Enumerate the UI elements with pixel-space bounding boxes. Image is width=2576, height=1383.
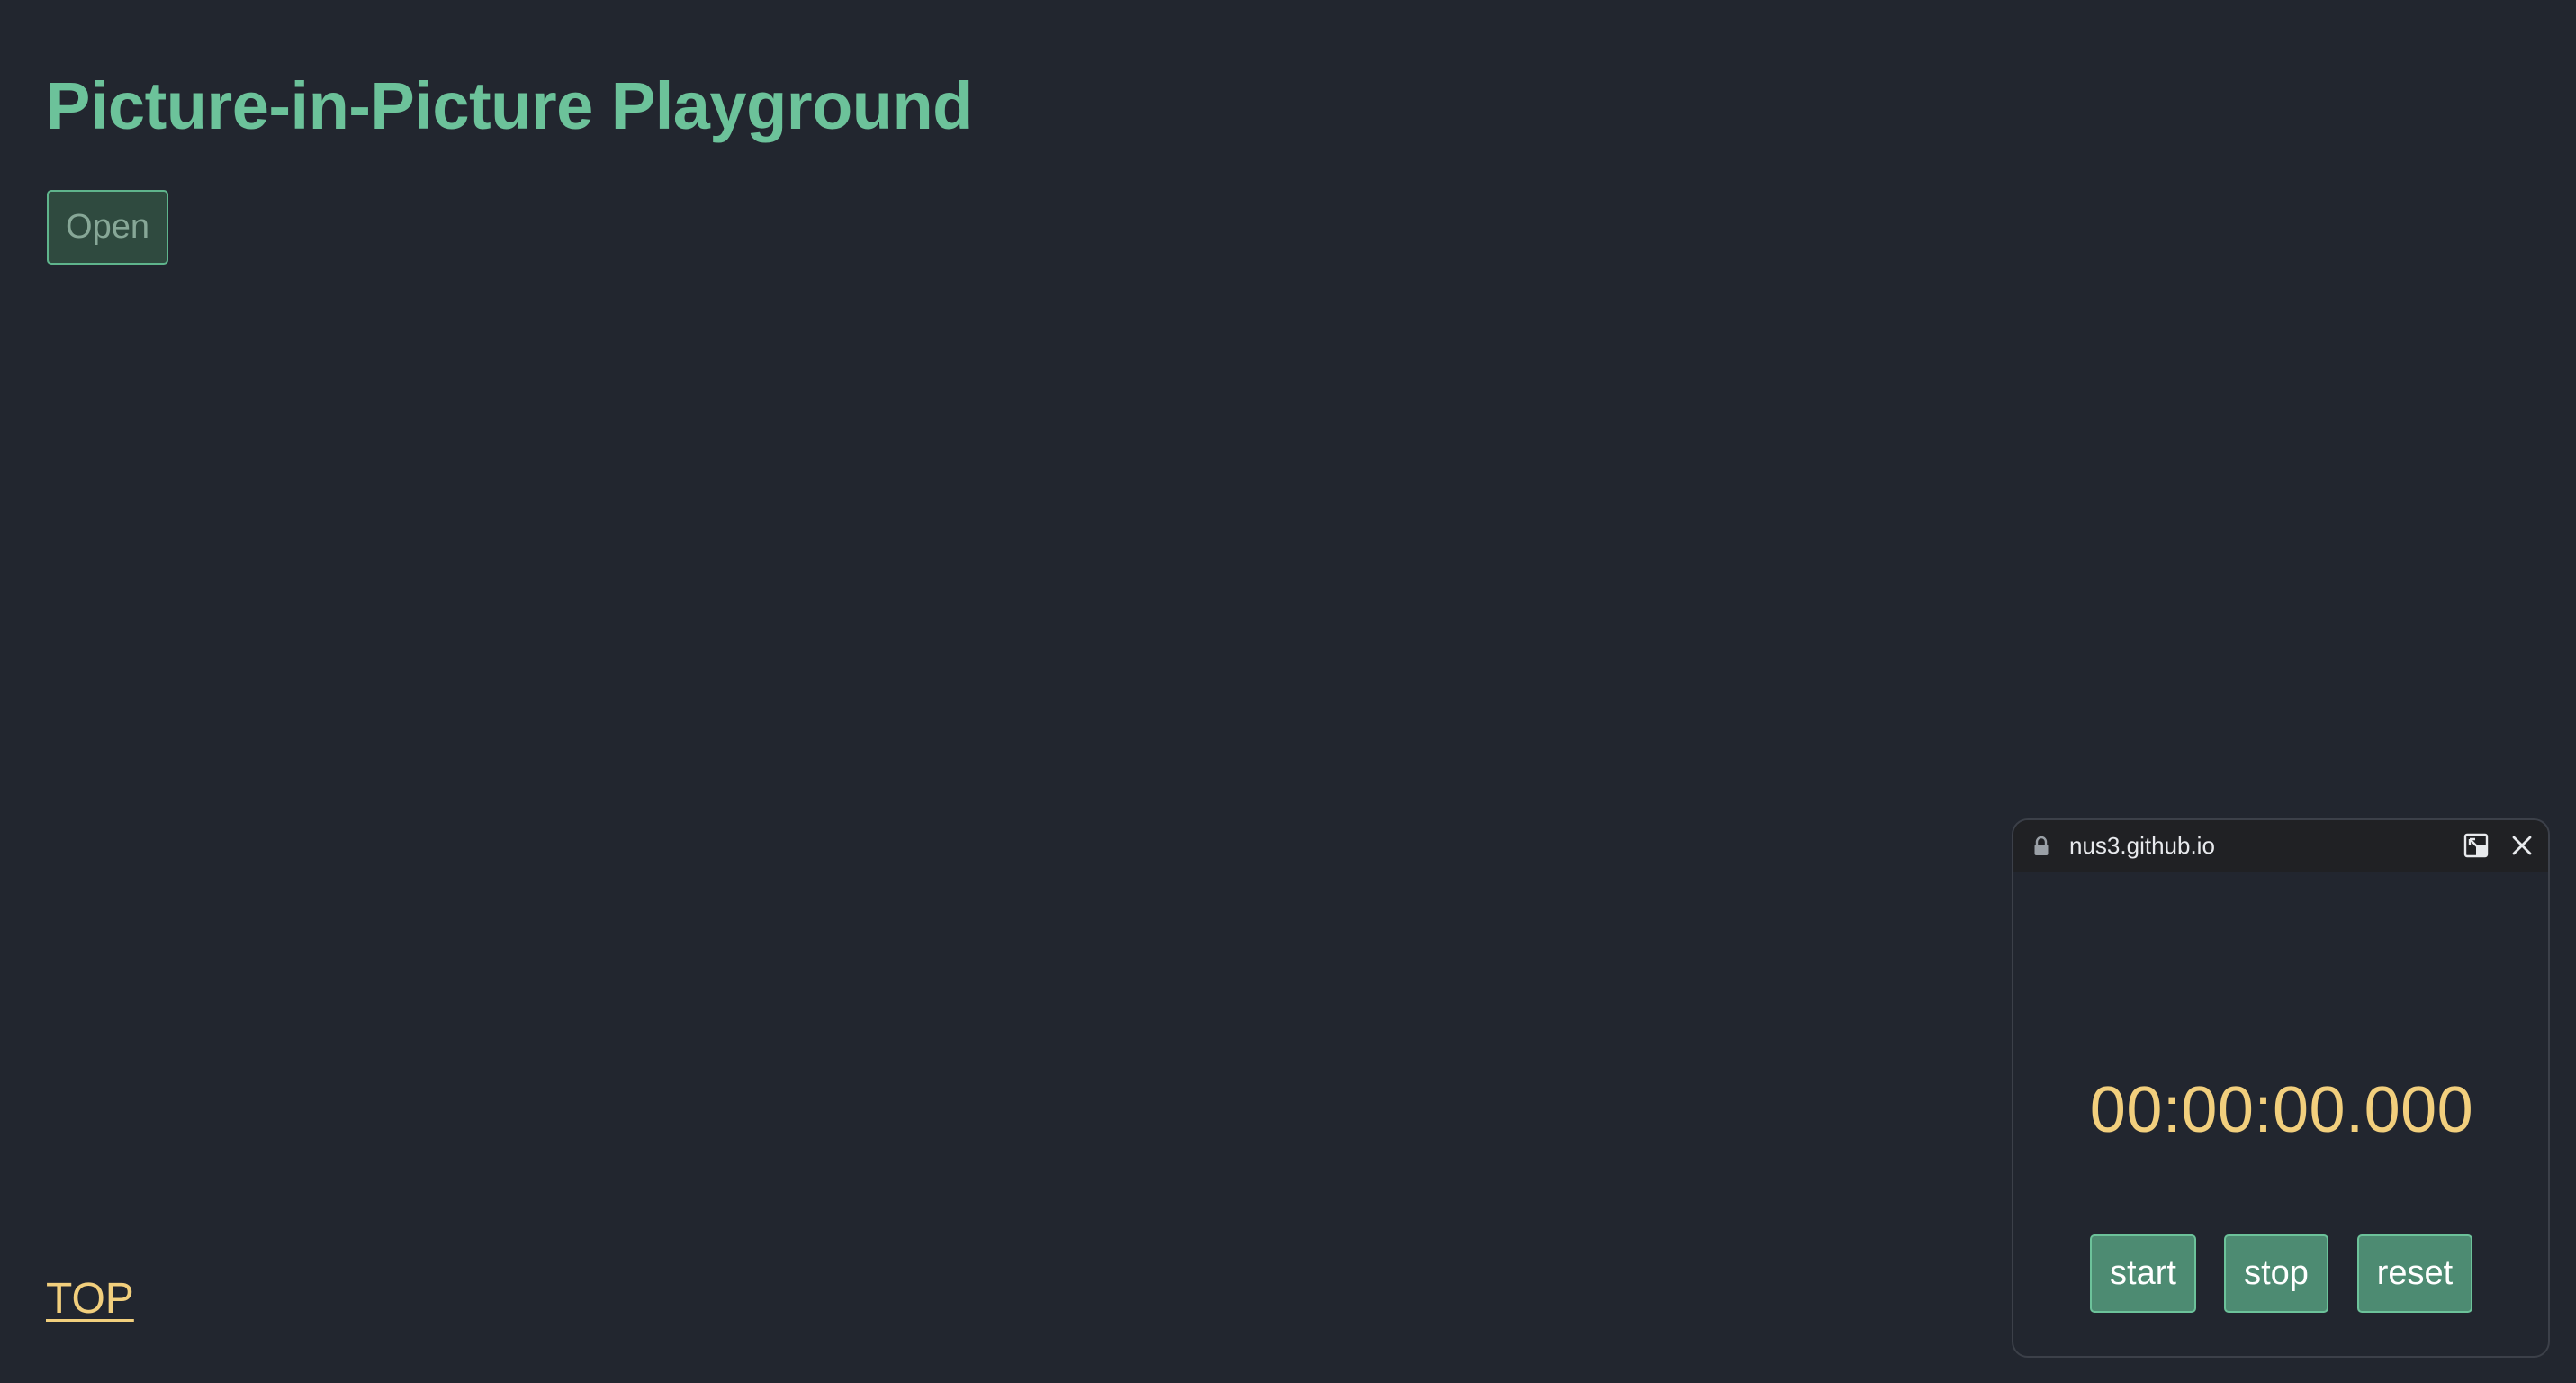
stop-button[interactable]: stop <box>2224 1234 2328 1313</box>
main-page: Picture-in-Picture Playground Open TOP n… <box>0 0 2576 1383</box>
open-button[interactable]: Open <box>47 190 168 265</box>
pip-titlebar: nus3.github.io <box>2013 820 2548 872</box>
lock-icon <box>2034 836 2049 855</box>
start-button[interactable]: start <box>2090 1234 2196 1313</box>
pip-url: nus3.github.io <box>2069 832 2215 859</box>
back-to-tab-icon[interactable] <box>2463 833 2489 858</box>
stopwatch-display: 00:00:00.000 <box>2089 1074 2474 1146</box>
pip-window: nus3.github.io 00:00:00.000 start stop r… <box>2012 818 2550 1358</box>
page-title: Picture-in-Picture Playground <box>46 68 973 143</box>
close-icon[interactable] <box>2510 834 2534 857</box>
reset-button[interactable]: reset <box>2357 1234 2472 1313</box>
top-link[interactable]: TOP <box>46 1271 134 1327</box>
